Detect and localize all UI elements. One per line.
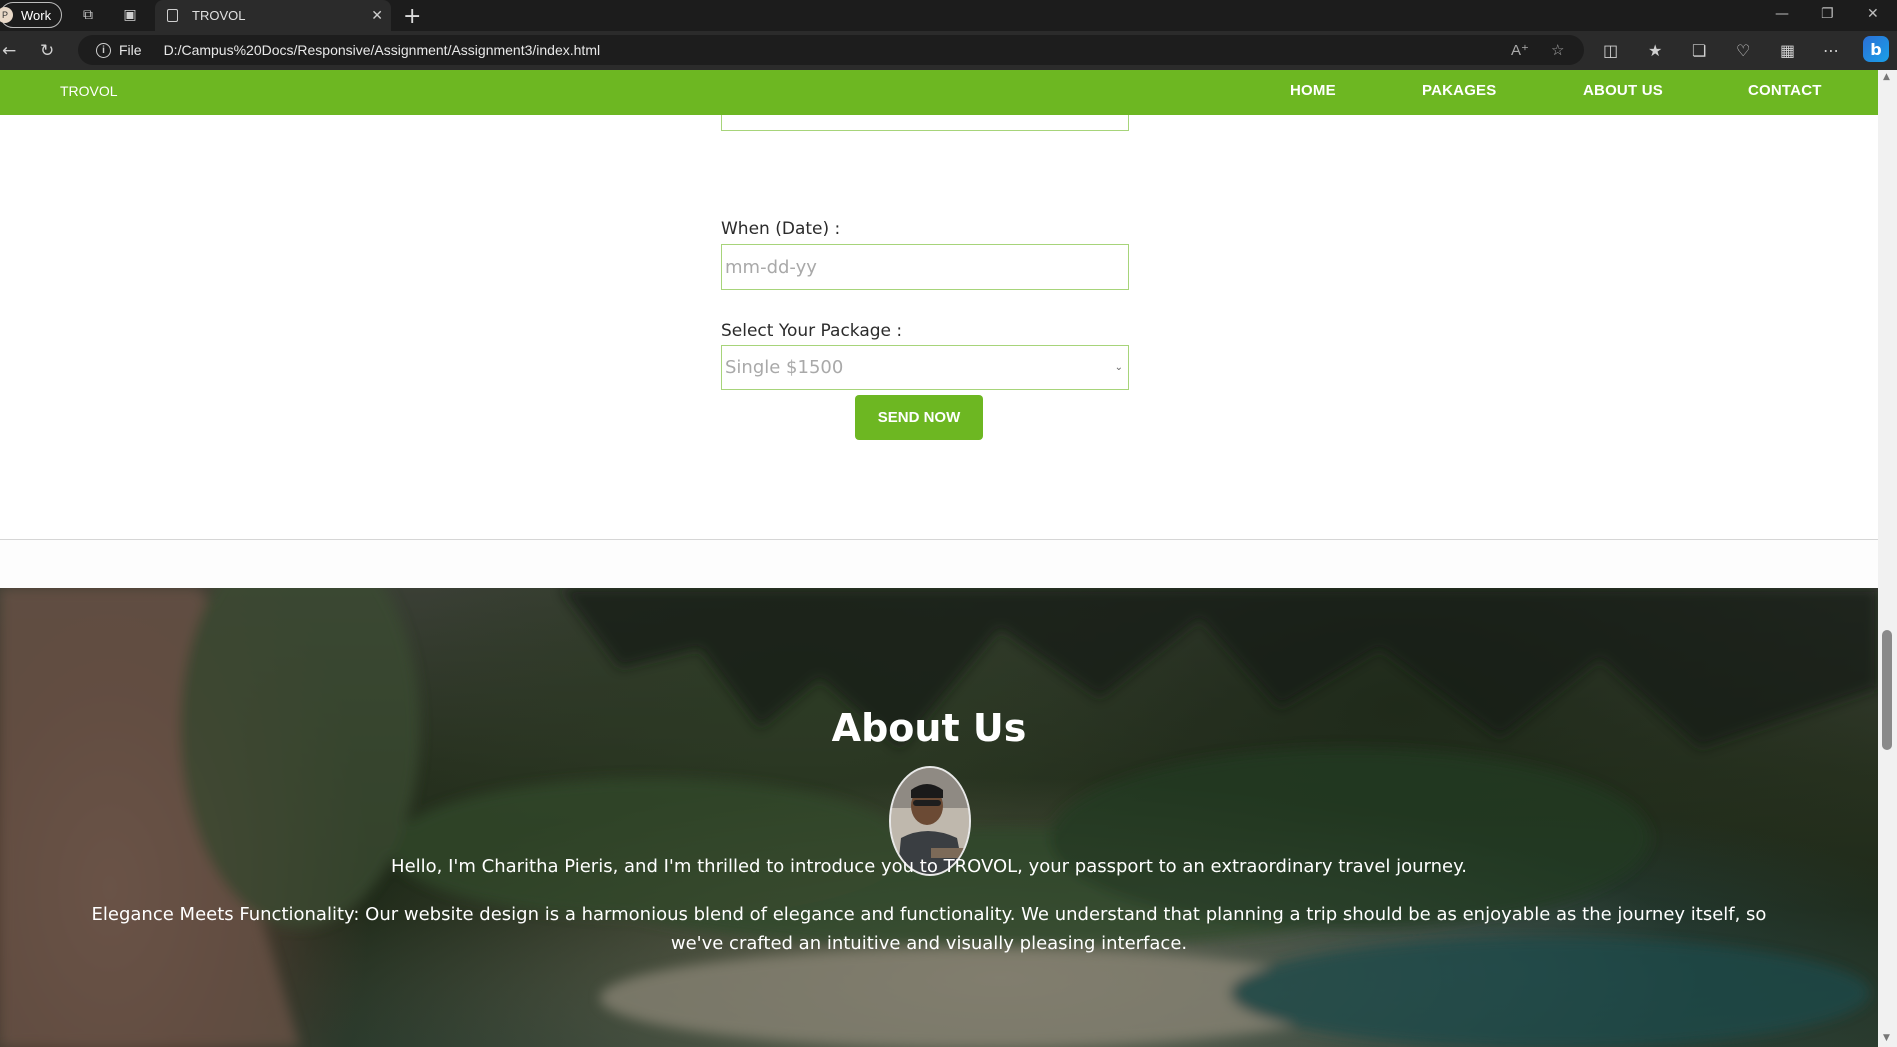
collections-icon[interactable]: ❏ [1692,41,1706,60]
favorite-star-icon[interactable]: ☆ [1551,41,1564,59]
back-icon[interactable]: ← [2,41,16,61]
address-bar[interactable]: i File D:/Campus%20Docs/Responsive/Assig… [78,35,1584,65]
scroll-down-icon[interactable]: ▼ [1883,1033,1890,1043]
page-scrollbar[interactable]: ▲ ▼ [1878,70,1897,1047]
extensions-icon[interactable]: ▦ [1780,41,1795,60]
nav-about-link[interactable]: ABOUT US [1583,82,1663,99]
site-logo[interactable]: TROVOL [60,83,118,99]
window-close-icon[interactable]: ✕ [1867,6,1879,22]
read-aloud-icon[interactable]: A⁺ [1511,41,1529,59]
section-gap [0,540,1878,588]
split-screen-icon[interactable]: ◫ [1603,41,1618,60]
about-intro-text: Hello, I'm Charitha Pieris, and I'm thri… [391,856,1467,877]
nav-home-link[interactable]: HOME [1290,82,1336,99]
favorites-icon[interactable]: ★ [1648,41,1662,60]
site-header: TROVOL HOME PAKAGES ABOUT US CONTACT [0,70,1878,115]
new-tab-icon[interactable]: + [403,4,421,29]
url-text[interactable]: D:/Campus%20Docs/Responsive/Assignment/A… [164,42,601,58]
profile-avatar: P [0,7,13,23]
about-paragraph-line-1: Elegance Meets Functionality: Our websit… [91,904,1767,925]
tab-actions-icon[interactable]: ▣ [121,6,139,24]
profile-button[interactable]: P Work [0,2,62,28]
address-toolbar: ← ↻ i File D:/Campus%20Docs/Responsive/A… [0,31,1897,70]
about-paragraph-line-2: we've crafted an intuitive and visually … [670,933,1188,954]
package-select[interactable]: Single $1500 ⌄ [721,345,1129,390]
more-menu-icon[interactable]: ⋯ [1823,41,1839,60]
page-viewport: All Destinations When (Date) : mm-dd-yy … [0,70,1878,1047]
nav-contact-link[interactable]: CONTACT [1748,82,1822,99]
nav-packages-link[interactable]: PAKAGES [1422,82,1496,99]
profile-label: Work [21,7,52,23]
scroll-up-icon[interactable]: ▲ [1883,72,1890,82]
copilot-icon[interactable]: b [1863,36,1889,62]
refresh-icon[interactable]: ↻ [40,41,54,61]
about-section: About Us Hello, I'm Charitha Pieris, and… [0,588,1878,1047]
package-label: Select Your Package : [721,321,903,341]
page-icon [167,9,178,22]
browser-tab-bar: P Work ⧉ ▣ TROVOL ✕ + — ❐ ✕ [0,0,1897,31]
scrollbar-thumb[interactable] [1882,630,1892,750]
package-selected-value: Single $1500 [725,357,844,378]
info-icon[interactable]: i [96,42,111,58]
send-now-button[interactable]: SEND NOW [855,395,983,440]
workspaces-icon[interactable]: ⧉ [79,6,97,24]
address-scheme-label: File [119,42,142,58]
restore-icon[interactable]: ❐ [1821,6,1834,22]
performance-icon[interactable]: ♡ [1736,41,1750,60]
chevron-down-icon: ⌄ [1114,362,1123,373]
close-tab-icon[interactable]: ✕ [371,7,383,24]
browser-tab[interactable]: TROVOL ✕ [155,0,391,31]
tab-title: TROVOL [192,8,246,23]
about-title: About Us [831,706,1027,750]
date-input[interactable]: mm-dd-yy [721,244,1129,290]
date-label: When (Date) : [721,219,841,239]
minimize-icon[interactable]: — [1775,6,1789,22]
